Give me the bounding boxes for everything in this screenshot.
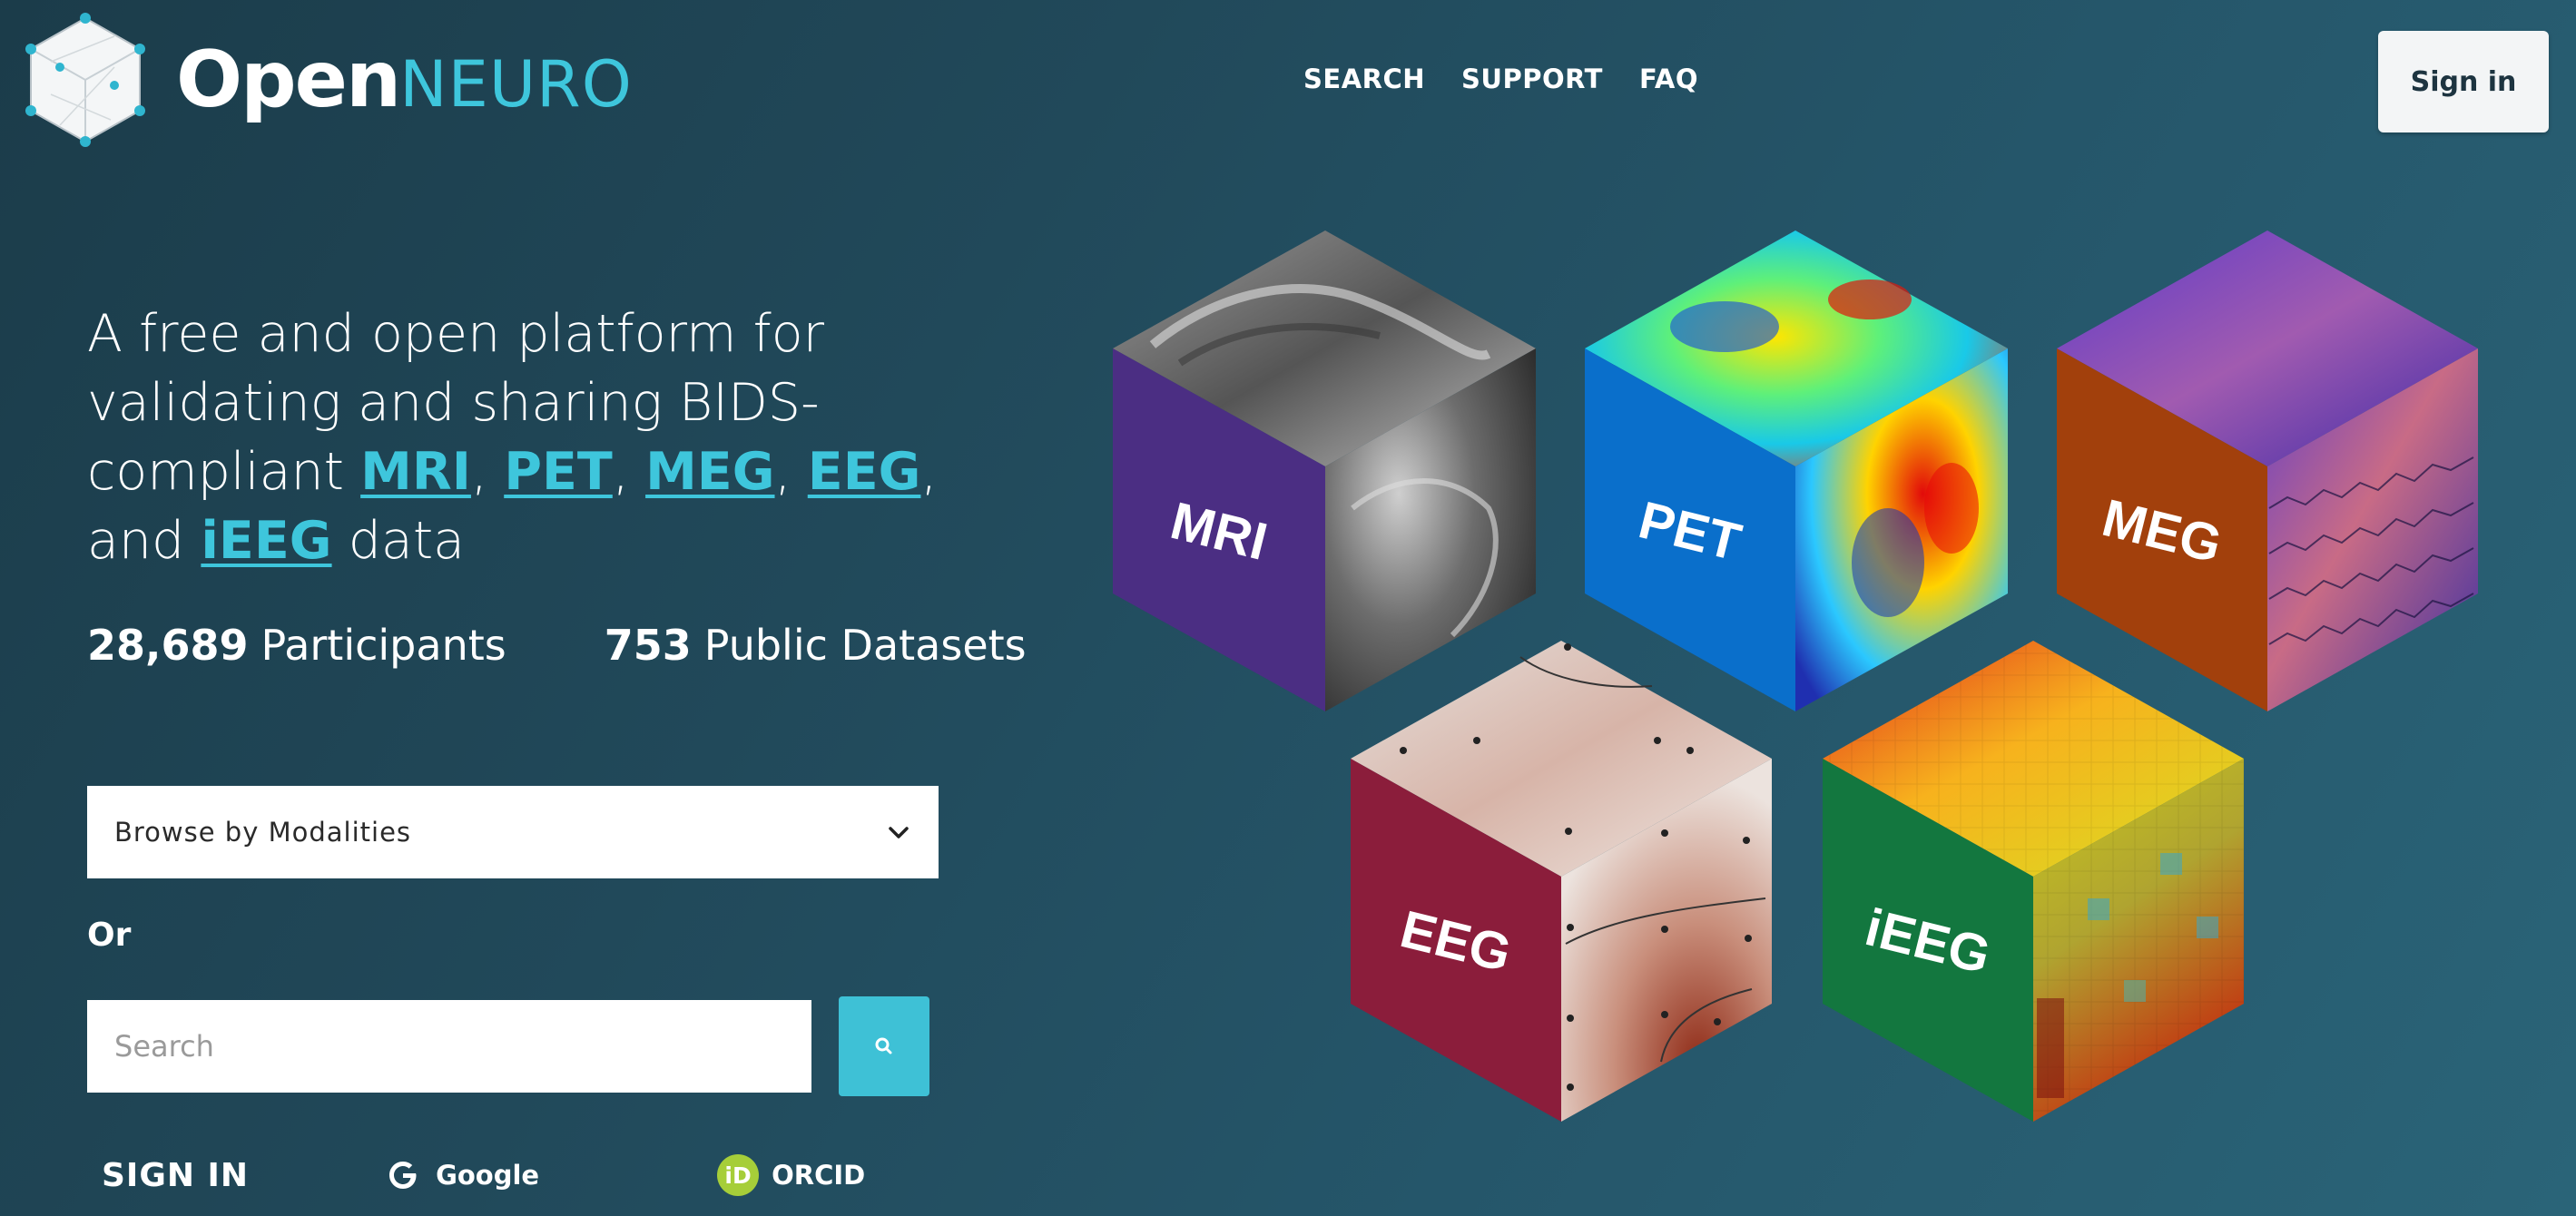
orcid-sign-in[interactable]: iD ORCID (717, 1154, 865, 1196)
browse-modalities-select[interactable]: Browse by Modalities (87, 786, 939, 878)
cube-ieeg[interactable]: iEEG (1823, 641, 2244, 1122)
hero-tagline: A free and open platform for validating … (87, 304, 938, 571)
stat-participants: 28,689 Participants (87, 621, 506, 670)
datasets-count: 753 (604, 621, 692, 670)
chevron-down-icon (889, 827, 909, 838)
google-icon (389, 1162, 417, 1189)
search-button[interactable] (839, 996, 929, 1096)
modality-link-pet[interactable]: PET (504, 442, 613, 502)
brand-name-neuro: NEURO (399, 47, 633, 122)
google-label: Google (436, 1160, 540, 1191)
nav-support[interactable]: SUPPORT (1461, 64, 1603, 94)
orcid-icon: iD (717, 1154, 760, 1196)
modality-link-meg[interactable]: MEG (645, 442, 774, 502)
stat-datasets: 753 Public Datasets (605, 621, 1027, 670)
datasets-label: Public Datasets (703, 621, 1027, 670)
orcid-label: ORCID (772, 1160, 866, 1191)
brand-logo[interactable]: OpenNEURO (24, 13, 633, 147)
search-input[interactable] (87, 1000, 811, 1093)
stats-row: 28,689 Participants 753 Public Datasets (87, 621, 1027, 670)
tagline-suffix: data (348, 511, 466, 571)
top-nav: SEARCH SUPPORT FAQ (1303, 64, 1698, 94)
nav-search[interactable]: SEARCH (1303, 64, 1425, 94)
modality-link-eeg[interactable]: EEG (808, 442, 921, 502)
sign-in-button[interactable]: Sign in (2378, 31, 2549, 132)
cube-eeg[interactable]: EEG (1351, 641, 1772, 1122)
or-label: Or (87, 917, 132, 954)
search-icon (875, 1037, 892, 1054)
modality-link-ieeg[interactable]: iEEG (201, 511, 331, 571)
cube-network-icon (25, 13, 145, 147)
nav-faq[interactable]: FAQ (1639, 64, 1698, 94)
participants-label: Participants (261, 621, 506, 670)
brand-wordmark: OpenNEURO (176, 41, 633, 119)
cube-pet[interactable]: PET (1585, 230, 2008, 711)
google-sign-in[interactable]: Google (383, 1155, 539, 1195)
cube-mri[interactable]: MRI (1113, 230, 1536, 711)
brand-name-open: Open (176, 34, 401, 125)
sign-in-title: SIGN IN (102, 1156, 250, 1194)
browse-modalities-value: Browse by Modalities (114, 817, 412, 848)
sign-in-providers: SIGN IN Google iD ORCID (102, 1154, 865, 1196)
cube-meg[interactable]: MEG (2057, 230, 2478, 711)
modality-link-mri[interactable]: MRI (360, 442, 471, 502)
participants-count: 28,689 (87, 621, 249, 670)
